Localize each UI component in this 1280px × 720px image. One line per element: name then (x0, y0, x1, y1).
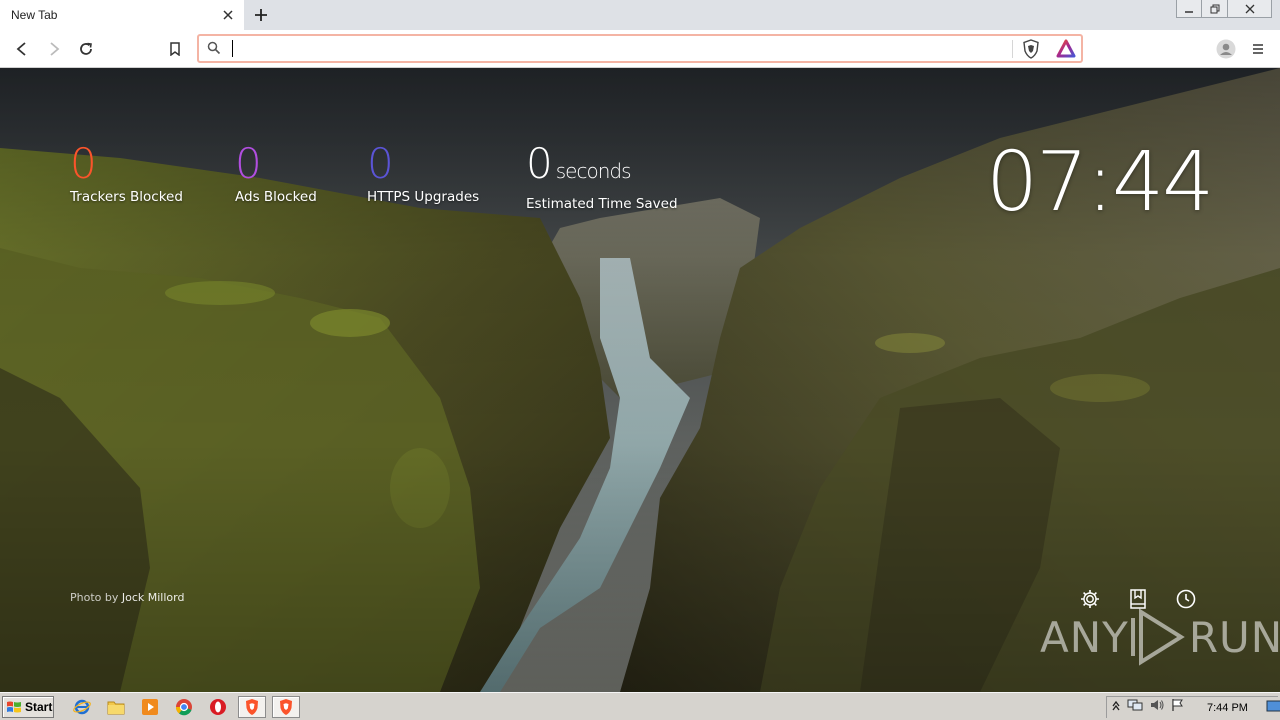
omnibox-divider (1012, 40, 1013, 58)
text-caret (232, 40, 233, 57)
taskbar-pinned (68, 696, 300, 718)
system-tray: 7:44 PM (1106, 696, 1280, 718)
start-label: Start (25, 700, 53, 714)
https-upgrades-label: HTTPS Upgrades (367, 189, 480, 205)
watermark-right: RUN (1188, 612, 1280, 662)
volume-icon[interactable] (1149, 698, 1165, 717)
tray-expand-icon[interactable] (1111, 699, 1121, 717)
stat-ads-blocked: 0 Ads Blocked (235, 139, 317, 206)
start-button[interactable]: Start (2, 696, 54, 718)
brave-taskbar-icon-2[interactable] (272, 696, 300, 718)
play-logo-icon (1130, 608, 1185, 666)
watermark-left: ANY (1040, 612, 1129, 662)
window-close-icon[interactable] (1228, 0, 1272, 18)
tab-strip: New Tab (0, 0, 1280, 30)
photo-credit-author-link[interactable]: Jock Millord (122, 591, 185, 604)
stat-trackers-blocked: 0 Trackers Blocked (70, 139, 183, 206)
time-saved-label: Estimated Time Saved (526, 196, 678, 212)
https-upgrades-count: 0 (367, 139, 394, 188)
file-explorer-icon[interactable] (102, 696, 130, 718)
stat-time-saved: 0 seconds Estimated Time Saved (526, 142, 678, 213)
address-bar[interactable] (197, 34, 1083, 63)
hamburger-menu-icon[interactable] (1248, 37, 1268, 61)
time-saved-row: 0 seconds (526, 142, 678, 193)
reload-icon[interactable] (74, 37, 98, 61)
ntp-clock: 07:44 (986, 135, 1214, 230)
restore-icon[interactable] (1202, 0, 1228, 18)
trackers-blocked-label: Trackers Blocked (70, 189, 183, 205)
chrome-icon[interactable] (170, 696, 198, 718)
close-icon[interactable] (220, 7, 236, 23)
tab-new-tab[interactable]: New Tab (0, 0, 244, 30)
media-player-icon[interactable] (136, 696, 164, 718)
minimize-icon[interactable] (1176, 0, 1202, 18)
show-desktop-icon[interactable] (1266, 699, 1280, 717)
profile-icon[interactable] (1214, 37, 1238, 61)
photo-credit: Photo by Jock Millord (70, 591, 184, 604)
search-icon (207, 41, 221, 60)
ads-blocked-count: 0 (235, 139, 262, 188)
tab-title: New Tab (11, 8, 58, 22)
trackers-blocked-count: 0 (70, 139, 97, 188)
address-input[interactable] (231, 39, 1001, 58)
bookmark-icon[interactable] (163, 37, 187, 61)
time-saved-count: 0 (526, 139, 553, 188)
browser-toolbar (0, 30, 1280, 68)
back-arrow-icon[interactable] (10, 37, 34, 61)
action-center-flag-icon[interactable] (1171, 698, 1185, 717)
photo-credit-prefix: Photo by (70, 591, 119, 604)
window-controls (1176, 0, 1272, 18)
stat-https-upgrades: 0 HTTPS Upgrades (367, 139, 480, 206)
opera-icon[interactable] (204, 696, 232, 718)
windows-logo-icon (7, 701, 21, 713)
windows-taskbar: Start 7:44 PM (0, 692, 1280, 720)
taskbar-clock[interactable]: 7:44 PM (1207, 702, 1248, 714)
anyrun-watermark: ANY RUN (1040, 608, 1280, 666)
brave-rewards-icon[interactable] (1056, 39, 1076, 64)
new-tab-page: 0 Trackers Blocked 0 Ads Blocked 0 HTTPS… (0, 68, 1280, 692)
plus-icon[interactable] (250, 4, 272, 26)
ads-blocked-label: Ads Blocked (235, 189, 317, 205)
internet-explorer-icon[interactable] (68, 696, 96, 718)
brave-taskbar-icon-1[interactable] (238, 696, 266, 718)
brave-shield-icon[interactable] (1022, 39, 1040, 64)
forward-arrow-icon[interactable] (42, 37, 66, 61)
network-icon[interactable] (1127, 698, 1143, 717)
time-saved-unit: seconds (555, 159, 632, 183)
